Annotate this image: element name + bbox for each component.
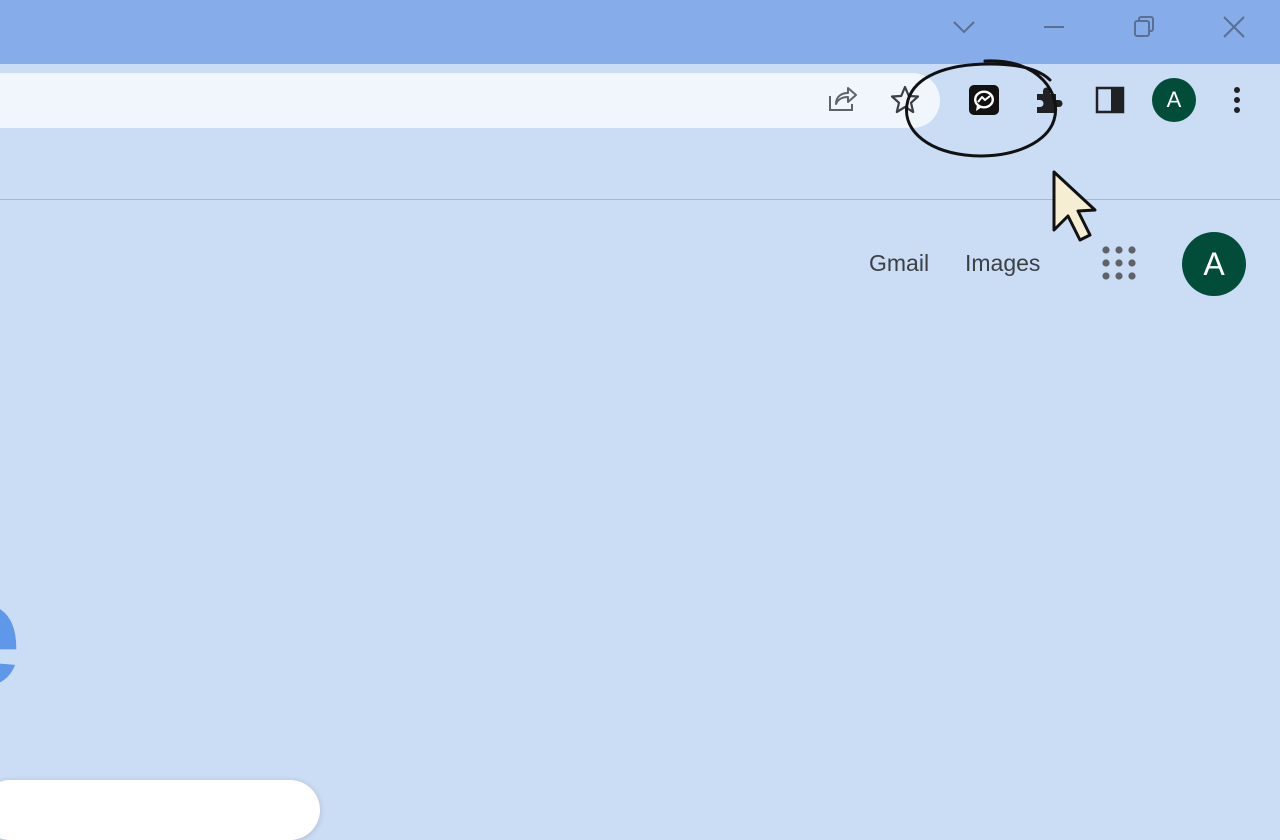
browser-toolbar: A [0,64,1280,136]
google-account-avatar[interactable]: A [1182,232,1246,296]
profile-avatar: A [1152,78,1196,122]
chevron-down-icon [953,21,975,34]
menu-kebab-icon [1234,87,1240,113]
bookmark-button[interactable] [885,80,925,120]
search-box[interactable] [0,780,320,840]
google-homepage: Gmail Images A e [0,200,1280,840]
side-panel-icon [1095,86,1125,114]
gmail-link[interactable]: Gmail [869,250,929,277]
minimize-button[interactable] [1024,0,1084,54]
google-apps-button[interactable] [1100,244,1140,284]
extensions-button[interactable] [1027,80,1067,120]
messenger-extension-button[interactable] [964,80,1004,120]
minimize-icon [1044,26,1064,28]
close-icon [1223,16,1245,38]
close-button[interactable] [1204,0,1264,54]
tab-search-button[interactable] [934,0,994,54]
restore-icon [1134,16,1154,37]
extensions-puzzle-icon [1037,87,1063,113]
share-icon [829,87,857,111]
share-button[interactable] [822,80,862,120]
apps-grid-icon [1102,246,1136,280]
address-bar[interactable] [0,73,940,128]
title-bar [0,0,1280,64]
bookmarks-bar [0,136,1280,200]
images-link[interactable]: Images [965,250,1040,277]
profile-button[interactable]: A [1152,78,1196,122]
bookmark-star-icon [890,85,920,114]
messenger-extension-icon [969,85,999,115]
menu-button[interactable] [1217,80,1257,120]
side-panel-button[interactable] [1090,80,1130,120]
restore-button[interactable] [1114,0,1174,54]
google-logo-fragment: e [0,558,21,708]
